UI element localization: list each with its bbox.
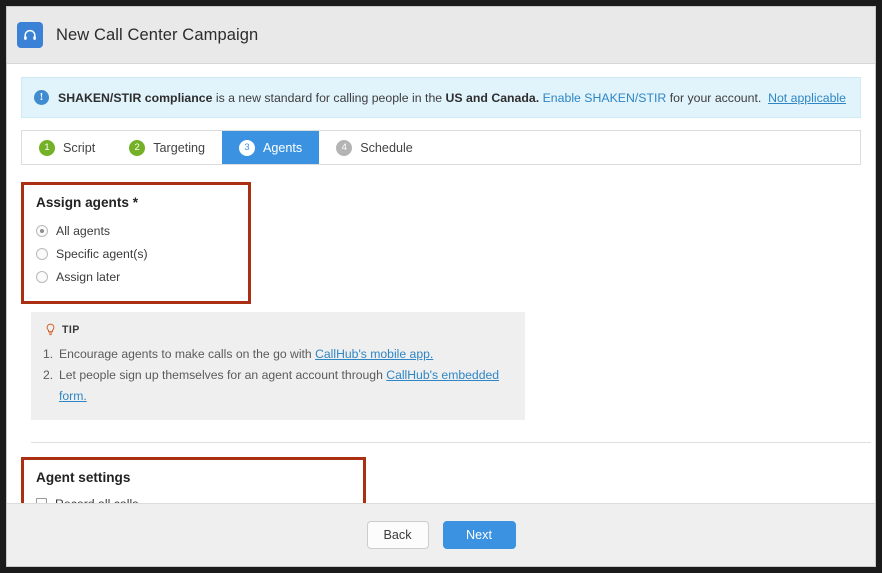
assign-agents-section: Assign agents * All agents Specific agen… [21,182,251,304]
checkbox-record-all-calls-control[interactable] [36,498,47,503]
wizard-content: ! SHAKEN/STIR compliance is a new standa… [7,64,875,503]
headset-icon [17,22,43,48]
step-badge-3: 3 [239,139,256,156]
info-circle-icon: ! [34,90,49,105]
tip-item-2-text: Let people sign up themselves for an age… [59,368,387,382]
step-badge-4: 4 [336,139,353,156]
step-badge-2: 2 [129,139,146,156]
banner-action: Not applicable [768,91,846,105]
tip-item-1-number: 1. [43,347,54,361]
radio-all-agents[interactable]: All agents [36,219,236,242]
tip-item-1: 1. Encourage agents to make calls on the … [43,344,511,365]
radio-specific-agents[interactable]: Specific agent(s) [36,242,236,265]
compliance-text-1: is a new standard for calling people in … [212,90,446,105]
tab-agents-label: Agents [263,140,303,155]
assign-agents-title: Assign agents * [36,195,138,210]
tab-targeting[interactable]: 2 Targeting [112,131,222,164]
wizard-steps: 1 Script 2 Targeting 3 Agents 4 Schedule [21,130,861,165]
tab-schedule-label: Schedule [360,140,413,155]
tab-agents[interactable]: 3 Agents [222,131,320,164]
tab-script-label: Script [63,140,96,155]
next-button[interactable]: Next [442,521,516,549]
radio-assign-later[interactable]: Assign later [36,265,236,288]
tip-header: TIP [45,323,511,336]
tip-item-2: 2. Let people sign up themselves for an a… [43,365,511,407]
tip-box: TIP 1. Encourage agents to make calls on … [31,312,525,420]
agent-settings-section: Agent settings Record all calls All call… [21,457,366,503]
radio-all-agents-control[interactable] [36,224,48,237]
step-badge-1: 1 [39,139,55,156]
compliance-banner-message: SHAKEN/STIR compliance is a new standard… [58,91,768,105]
lightbulb-icon [46,323,55,336]
radio-assign-later-control[interactable] [36,270,48,283]
compliance-banner: ! SHAKEN/STIR compliance is a new standa… [21,77,861,118]
page-title: New Call Center Campaign [56,25,259,44]
not-applicable-link[interactable]: Not applicable [768,91,846,105]
agent-settings-title: Agent settings [36,470,131,485]
radio-assign-later-label: Assign later [56,269,121,284]
compliance-bold-region: US and Canada. [445,90,540,105]
tab-script[interactable]: 1 Script [22,131,112,164]
compliance-text-2: for your account. [666,90,762,105]
radio-specific-agents-control[interactable] [36,247,48,260]
callhub-mobile-app-link[interactable]: CallHub's mobile app. [315,347,433,361]
window-titlebar: New Call Center Campaign [7,7,875,64]
back-button[interactable]: Back [366,521,429,549]
checkbox-record-all-calls[interactable]: Record all calls [36,494,351,503]
tip-heading: TIP [62,323,80,336]
checkbox-record-all-calls-label: Record all calls [55,497,138,504]
wizard-footer: Back Next [7,503,875,566]
tip-item-1-text: Encourage agents to make calls on the go… [59,347,316,361]
compliance-bold-lead: SHAKEN/STIR compliance [58,90,213,105]
tip-item-2-number: 2. [43,368,54,382]
tab-schedule[interactable]: 4 Schedule [319,131,430,164]
section-divider [31,442,871,443]
tab-targeting-label: Targeting [153,140,206,155]
campaign-wizard-window: New Call Center Campaign ! SHAKEN/STIR c… [6,6,876,567]
enable-shaken-stir-link[interactable]: Enable SHAKEN/STIR [543,91,667,105]
radio-all-agents-label: All agents [56,223,111,238]
radio-specific-agents-label: Specific agent(s) [56,246,148,261]
